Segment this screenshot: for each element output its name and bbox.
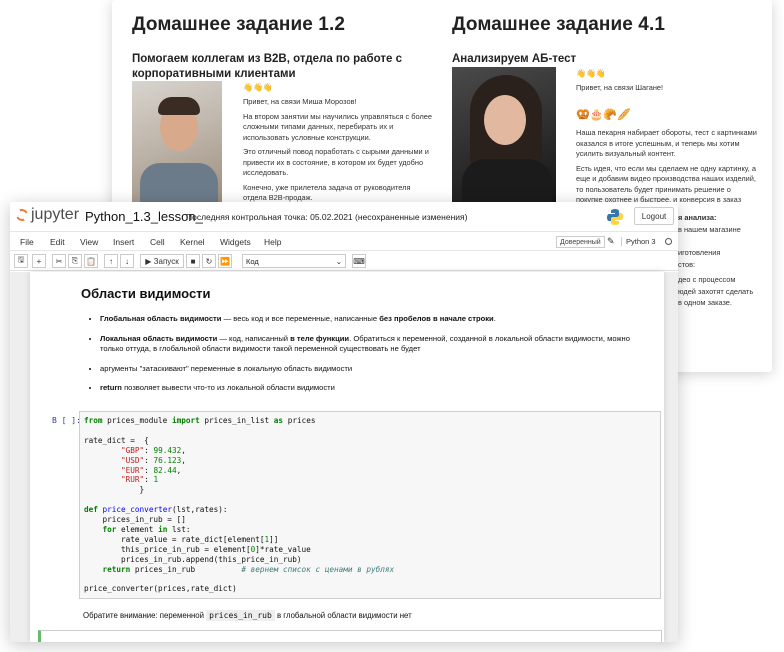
menu-kernel[interactable]: Kernel xyxy=(180,237,205,247)
list-item: Глобальная область видимости — весь код … xyxy=(100,314,655,325)
keyboard-icon[interactable]: ⌨ xyxy=(352,254,366,268)
stop-icon[interactable]: ■ xyxy=(186,254,200,268)
wave-emoji: 👋👋👋 xyxy=(576,69,606,78)
list-item: return позволяет вывести что-то из локал… xyxy=(100,383,655,394)
message-paragraph: На втором занятии мы научились управлять… xyxy=(243,111,433,142)
jupyter-logo-text: jupyter xyxy=(31,206,80,223)
markdown-list: Глобальная область видимости — весь код … xyxy=(100,314,655,403)
chevron-down-icon: ⌄ xyxy=(335,256,342,266)
peek-line: я анализа: xyxy=(678,213,717,222)
message-paragraph: Наша пекарня набирает обороты, тест с ка… xyxy=(576,128,757,158)
peek-line: юдей захотят сделать xyxy=(678,286,754,296)
pastry-emoji: 🥨🎂🥐🥖 xyxy=(576,109,631,121)
peek-line: иготовления xyxy=(678,248,721,257)
menu-help[interactable]: Help xyxy=(264,237,281,247)
move-up-icon[interactable]: ↑ xyxy=(104,254,118,268)
code-cell[interactable]: from prices_module import prices_in_list… xyxy=(79,411,661,599)
list-item: Локальная область видимости — код, напис… xyxy=(100,334,655,355)
python-logo-icon xyxy=(607,209,623,225)
kernel-status-icon xyxy=(665,238,672,245)
peek-line: стов: xyxy=(678,259,696,269)
move-down-icon[interactable]: ↓ xyxy=(120,254,134,268)
message-paragraph: Привет, на связи Миша Морозов! xyxy=(243,97,357,106)
homework-right-peek: я анализа: в нашем магазине иготовления … xyxy=(678,212,768,309)
homework-left-title: Домашнее задание 1.2 xyxy=(132,14,346,35)
cut-icon[interactable]: ✂ xyxy=(52,254,66,268)
homework-left-column: Домашнее задание 1.2 Помогаем коллегам и… xyxy=(132,14,432,82)
message-paragraph: Конечно, уже прилетела задача от руковод… xyxy=(243,182,411,203)
edit-pencil-icon[interactable]: ✎ xyxy=(607,236,615,247)
homework-right-subtitle: Анализируем АБ-тест xyxy=(452,53,577,65)
restart-run-all-icon[interactable]: ⏩ xyxy=(218,254,232,268)
kernel-name: Python 3 xyxy=(621,237,656,246)
menu-insert[interactable]: Insert xyxy=(113,237,134,247)
homework-left-message: Привет, на связи Миша Морозов! На втором… xyxy=(243,97,433,208)
jupyter-logo[interactable]: jupyter xyxy=(14,206,80,224)
message-paragraph: Это отличный повод поработать с сырыми д… xyxy=(243,147,429,177)
copy-icon[interactable]: ⎘ xyxy=(68,254,82,268)
next-cell[interactable] xyxy=(38,630,662,642)
mentor-photo-misha xyxy=(132,81,222,206)
cell-type-select[interactable]: Код ⌄ xyxy=(242,254,346,268)
menu-view[interactable]: View xyxy=(80,237,98,247)
peek-line: део с процессом xyxy=(678,275,736,284)
homework-right-greeting: Привет, на связи Шагане! xyxy=(576,83,664,92)
homework-right-column: Домашнее задание 4.1 Анализируем АБ-тест xyxy=(452,14,762,67)
cell-type-value: Код xyxy=(246,256,259,266)
notebook-page: Области видимости Глобальная область вид… xyxy=(30,272,664,642)
trusted-badge[interactable]: Доверенный xyxy=(556,236,605,248)
peek-line: в одном заказе. xyxy=(678,298,732,307)
menu-cell[interactable]: Cell xyxy=(150,237,165,247)
notebook-area: Области видимости Глобальная область вид… xyxy=(10,272,678,642)
jupyter-logo-icon xyxy=(14,207,30,223)
menu-widgets[interactable]: Widgets xyxy=(220,237,251,247)
wave-emoji: 👋👋👋 xyxy=(243,83,273,92)
homework-left-subtitle: Помогаем коллегам из B2B, отдела по рабо… xyxy=(132,53,402,80)
jupyter-header: jupyter Python_1.3_lesson_ Последняя кон… xyxy=(10,202,678,232)
inline-code: prices_in_rub xyxy=(206,610,275,621)
markdown-note: Обратите внимание: переменной prices_in_… xyxy=(83,610,412,621)
menu-edit[interactable]: Edit xyxy=(50,237,65,247)
paste-icon[interactable]: 📋 xyxy=(84,254,98,268)
menu-bar: File Edit View Insert Cell Kernel Widget… xyxy=(10,233,678,251)
jupyter-window: jupyter Python_1.3_lesson_ Последняя кон… xyxy=(10,202,678,642)
mentor-photo-shagane xyxy=(452,67,556,205)
markdown-heading: Области видимости xyxy=(81,286,211,301)
list-item: аргументы "затаскивают" переменные в лок… xyxy=(100,364,655,375)
cell-prompt: В [ ]: xyxy=(52,416,81,425)
add-cell-icon[interactable]: + xyxy=(32,254,46,268)
save-icon[interactable]: 🖫 xyxy=(14,254,28,268)
menu-file[interactable]: File xyxy=(20,237,34,247)
toolbar: 🖫 + ✂ ⎘ 📋 ↑ ↓ ▶ Запуск ■ ↻ ⏩ Код ⌄ ⌨ xyxy=(10,251,678,271)
homework-right-title: Домашнее задание 4.1 xyxy=(452,14,666,35)
restart-icon[interactable]: ↻ xyxy=(202,254,216,268)
peek-line: в нашем магазине xyxy=(678,224,741,234)
logout-button[interactable]: Logout xyxy=(634,207,674,225)
run-button[interactable]: ▶ Запуск xyxy=(140,254,184,268)
checkpoint-status: Последняя контрольная точка: 05.02.2021 … xyxy=(186,212,468,222)
